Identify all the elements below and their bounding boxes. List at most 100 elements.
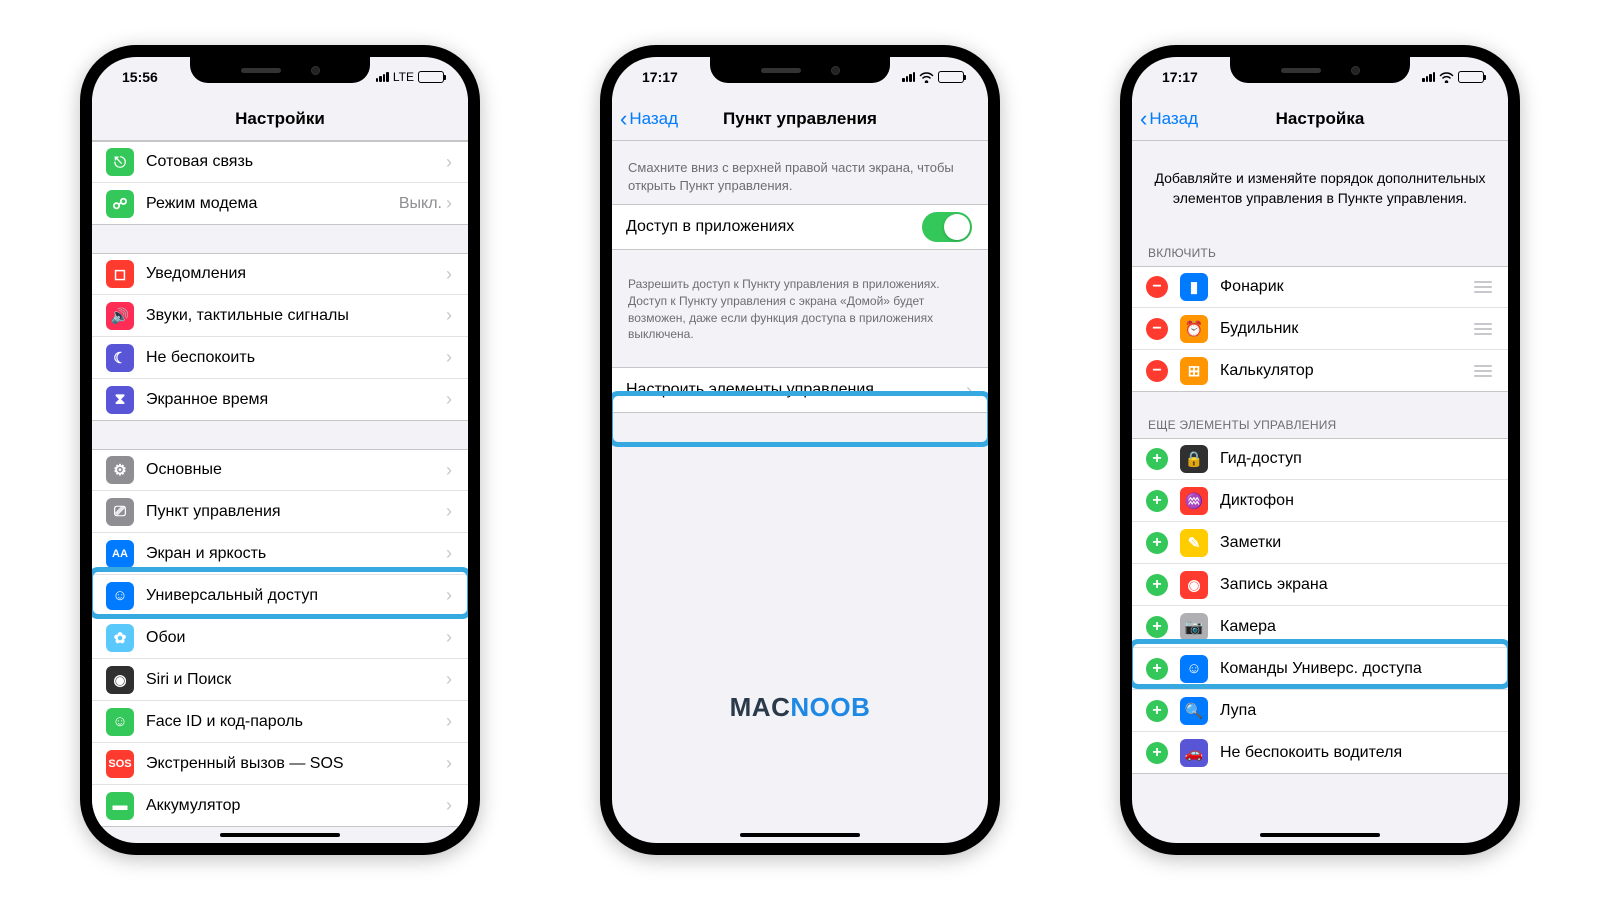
signal-icon bbox=[376, 72, 389, 82]
car-icon: 🚗 bbox=[1180, 739, 1208, 767]
home-indicator bbox=[740, 833, 860, 837]
included-calculator[interactable]: − ⊞ Калькулятор bbox=[1132, 350, 1508, 392]
bell-icon: ◻ bbox=[106, 260, 134, 288]
chevron-left-icon: ‹ bbox=[620, 108, 627, 130]
row-detail: Выкл. bbox=[399, 195, 442, 213]
included-alarm[interactable]: − ⏰ Будильник bbox=[1132, 308, 1508, 350]
row-label: Универсальный доступ bbox=[146, 587, 446, 605]
more-accessibility-shortcuts[interactable]: + ☺ Команды Универс. доступа bbox=[1132, 648, 1508, 690]
add-icon[interactable]: + bbox=[1146, 658, 1168, 680]
phone-customize: 17:17 ‹ Назад Настройка Добавляйте и изм… bbox=[1120, 45, 1520, 855]
signal-icon bbox=[902, 72, 915, 82]
toggle-access-in-apps[interactable]: Доступ в приложениях bbox=[612, 204, 988, 250]
status-time: 15:56 bbox=[116, 69, 176, 85]
add-icon[interactable]: + bbox=[1146, 448, 1168, 470]
included-flashlight[interactable]: − ▮ Фонарик bbox=[1132, 266, 1508, 308]
record-icon: ◉ bbox=[1180, 571, 1208, 599]
more-dnd-driving[interactable]: + 🚗 Не беспокоить водителя bbox=[1132, 732, 1508, 774]
row-label: Диктофон bbox=[1220, 492, 1492, 510]
remove-icon[interactable]: − bbox=[1146, 360, 1168, 382]
settings-accessibility[interactable]: ☺ Универсальный доступ › bbox=[92, 575, 468, 617]
hourglass-icon: ⧗ bbox=[106, 386, 134, 414]
add-icon[interactable]: + bbox=[1146, 700, 1168, 722]
more-guided-access[interactable]: + 🔒 Гид-доступ bbox=[1132, 438, 1508, 480]
home-indicator bbox=[1260, 833, 1380, 837]
back-button[interactable]: ‹ Назад bbox=[620, 108, 678, 130]
add-icon[interactable]: + bbox=[1146, 616, 1168, 638]
settings-control-center[interactable]: ⎚ Пункт управления › bbox=[92, 491, 468, 533]
remove-icon[interactable]: − bbox=[1146, 276, 1168, 298]
settings-faceid[interactable]: ☺ Face ID и код-пароль › bbox=[92, 701, 468, 743]
switches-icon: ⎚ bbox=[106, 498, 134, 526]
chevron-right-icon: › bbox=[446, 264, 452, 285]
row-label: Экранное время bbox=[146, 391, 446, 409]
remove-icon[interactable]: − bbox=[1146, 318, 1168, 340]
battery-icon bbox=[1458, 71, 1484, 83]
settings-cellular[interactable]: ⎋ Сотовая связь › bbox=[92, 141, 468, 183]
row-label: Экстренный вызов — SOS bbox=[146, 755, 446, 773]
row-label: Лупа bbox=[1220, 702, 1492, 720]
row-label: Face ID и код-пароль bbox=[146, 713, 446, 731]
nav-bar: Настройки bbox=[92, 97, 468, 141]
link-icon: ☍ bbox=[106, 190, 134, 218]
moon-icon: ☾ bbox=[106, 344, 134, 372]
grip-icon[interactable] bbox=[1474, 323, 1492, 335]
chevron-right-icon: › bbox=[446, 501, 452, 522]
watermark: MACNOOB bbox=[612, 692, 988, 723]
add-icon[interactable]: + bbox=[1146, 532, 1168, 554]
add-icon[interactable]: + bbox=[1146, 574, 1168, 596]
back-button[interactable]: ‹ Назад bbox=[1140, 108, 1198, 130]
settings-screentime[interactable]: ⧗ Экранное время › bbox=[92, 379, 468, 421]
more-voice-memos[interactable]: + ♒ Диктофон bbox=[1132, 480, 1508, 522]
siri-icon: ◉ bbox=[106, 666, 134, 694]
clock-icon: ⏰ bbox=[1180, 315, 1208, 343]
notch bbox=[710, 57, 890, 83]
more-screen-recording[interactable]: + ◉ Запись экрана bbox=[1132, 564, 1508, 606]
chevron-right-icon: › bbox=[446, 389, 452, 410]
add-icon[interactable]: + bbox=[1146, 742, 1168, 764]
settings-general[interactable]: ⚙ Основные › bbox=[92, 449, 468, 491]
settings-display[interactable]: AA Экран и яркость › bbox=[92, 533, 468, 575]
customize-controls[interactable]: Настроить элементы управления › bbox=[612, 367, 988, 413]
magnifier-icon: 🔍 bbox=[1180, 697, 1208, 725]
chevron-left-icon: ‹ bbox=[1140, 108, 1147, 130]
chevron-right-icon: › bbox=[446, 711, 452, 732]
wifi-icon bbox=[1439, 72, 1454, 83]
status-time: 17:17 bbox=[636, 69, 696, 85]
more-notes[interactable]: + ✎ Заметки bbox=[1132, 522, 1508, 564]
antenna-icon: ⎋ bbox=[106, 148, 134, 176]
grip-icon[interactable] bbox=[1474, 365, 1492, 377]
settings-sounds[interactable]: 🔊 Звуки, тактильные сигналы › bbox=[92, 295, 468, 337]
row-label: Запись экрана bbox=[1220, 576, 1492, 594]
page-title: Настройка bbox=[1276, 109, 1365, 129]
notes-icon: ✎ bbox=[1180, 529, 1208, 557]
network-label: LTE bbox=[393, 70, 414, 84]
toggle-switch[interactable] bbox=[922, 212, 972, 242]
notch bbox=[1230, 57, 1410, 83]
chevron-right-icon: › bbox=[446, 305, 452, 326]
row-label: Аккумулятор bbox=[146, 797, 446, 815]
more-magnifier[interactable]: + 🔍 Лупа bbox=[1132, 690, 1508, 732]
chevron-right-icon: › bbox=[446, 753, 452, 774]
settings-hotspot[interactable]: ☍ Режим модема Выкл. › bbox=[92, 183, 468, 225]
chevron-right-icon: › bbox=[446, 543, 452, 564]
more-camera[interactable]: + 📷 Камера bbox=[1132, 606, 1508, 648]
nav-bar: ‹ Назад Пункт управления bbox=[612, 97, 988, 141]
row-label: Звуки, тактильные сигналы bbox=[146, 307, 446, 325]
settings-notifications[interactable]: ◻ Уведомления › bbox=[92, 253, 468, 295]
settings-sos[interactable]: SOS Экстренный вызов — SOS › bbox=[92, 743, 468, 785]
row-label: Siri и Поиск bbox=[146, 671, 446, 689]
settings-battery[interactable]: ▬ Аккумулятор › bbox=[92, 785, 468, 827]
chevron-right-icon: › bbox=[446, 152, 452, 173]
settings-dnd[interactable]: ☾ Не беспокоить › bbox=[92, 337, 468, 379]
back-label: Назад bbox=[629, 109, 678, 129]
grip-icon[interactable] bbox=[1474, 281, 1492, 293]
row-label: Режим модема bbox=[146, 195, 399, 213]
faceid-icon: ☺ bbox=[106, 708, 134, 736]
settings-wallpaper[interactable]: ✿ Обои › bbox=[92, 617, 468, 659]
notch bbox=[190, 57, 370, 83]
signal-icon bbox=[1422, 72, 1435, 82]
settings-siri[interactable]: ◉ Siri и Поиск › bbox=[92, 659, 468, 701]
add-icon[interactable]: + bbox=[1146, 490, 1168, 512]
description: Добавляйте и изменяйте порядок дополните… bbox=[1132, 141, 1508, 226]
